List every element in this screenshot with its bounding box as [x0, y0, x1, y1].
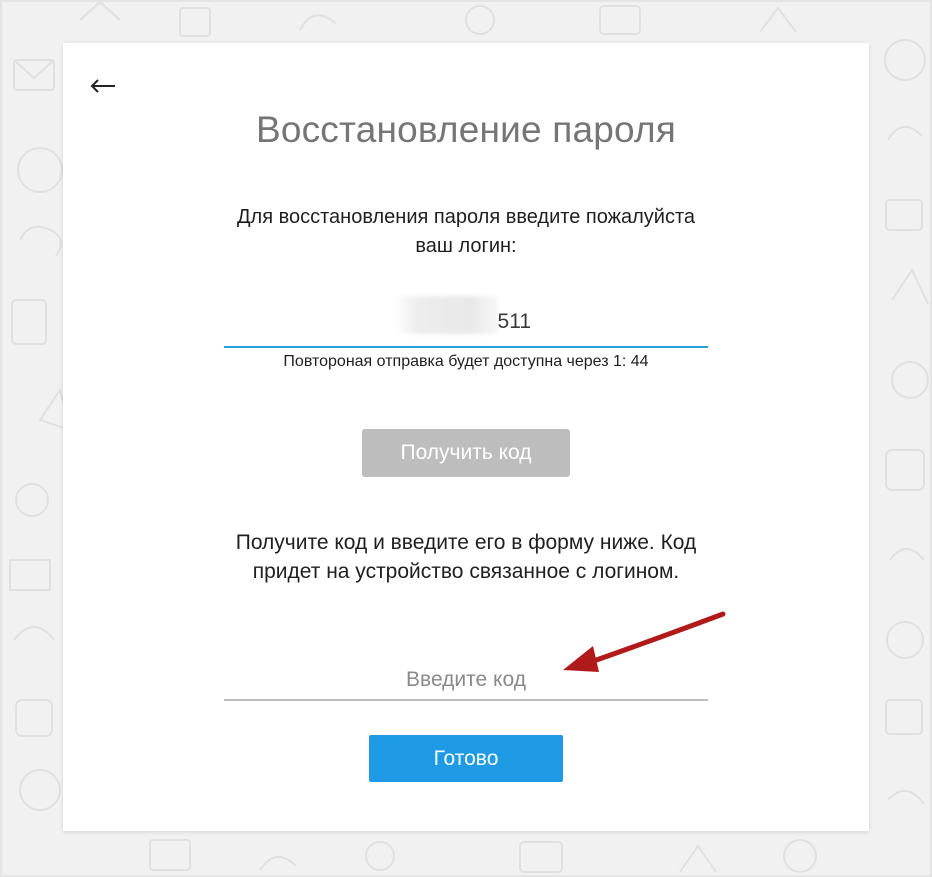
code-instruction: Получите код и введите его в форму ниже.…: [235, 531, 697, 583]
login-input[interactable]: [224, 296, 708, 346]
back-button[interactable]: [89, 73, 121, 99]
done-button[interactable]: Готово: [369, 735, 563, 782]
page-title: Восстановление пароля: [255, 109, 677, 150]
password-recovery-card: Восстановление пароля Для восстановления…: [63, 43, 869, 831]
get-code-button[interactable]: Получить код: [362, 429, 570, 477]
login-instruction: Для восстановления пароля введите пожалу…: [236, 206, 696, 257]
red-arrow-icon: [563, 611, 726, 672]
login-field: [224, 296, 708, 348]
left-arrow-icon: [90, 79, 115, 93]
resend-countdown-note: Повтороная отправка будет доступна через…: [283, 353, 649, 370]
